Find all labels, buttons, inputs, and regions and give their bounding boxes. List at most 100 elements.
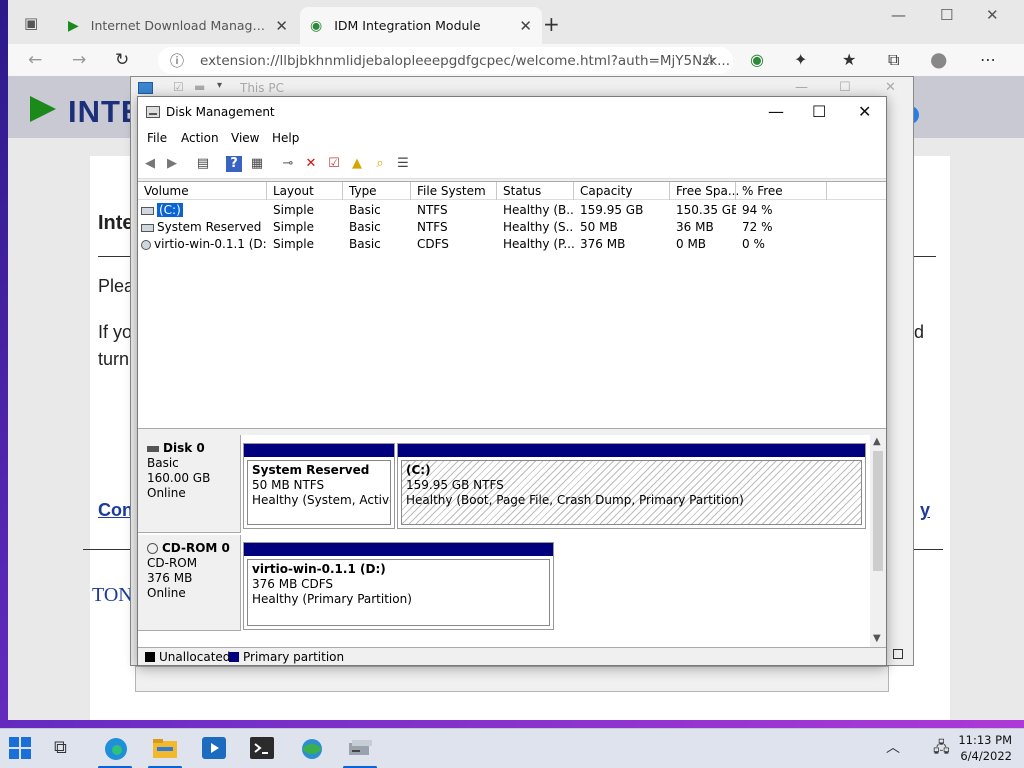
menu-file[interactable]: File <box>147 131 167 145</box>
disk-0-label[interactable]: Disk 0 Basic 160.00 GB Online <box>138 435 241 533</box>
close-icon[interactable]: ✕ <box>885 80 896 95</box>
file-explorer-icon[interactable] <box>153 737 177 761</box>
partition-d[interactable]: virtio-win-0.1.1 (D:) 376 MB CDFS Health… <box>243 542 554 630</box>
task-view-icon[interactable]: ⧉ <box>54 737 78 761</box>
back-icon[interactable]: ← <box>28 50 42 70</box>
address-bar[interactable]: ⓘ extension://llbjbkhnmlidjebalopleeepgd… <box>158 47 733 74</box>
column-headers: Volume Layout Type File System Status Ca… <box>138 182 886 200</box>
properties-icon[interactable]: ▦ <box>249 156 265 172</box>
show-hide-console-icon[interactable]: ▤ <box>195 156 211 172</box>
tab-actions-icon[interactable]: ▣ <box>24 14 38 32</box>
maximize-icon[interactable]: ☐ <box>812 102 826 121</box>
favorites-icon[interactable]: ★ <box>842 50 856 69</box>
volume-list: Volume Layout Type File System Status Ca… <box>138 181 886 429</box>
terminal-icon[interactable] <box>250 737 274 761</box>
delete-icon[interactable]: ✕ <box>303 156 319 172</box>
volume-layout: Simple <box>273 220 314 234</box>
col-volume[interactable]: Volume <box>138 182 267 200</box>
volume-pct-free: 72 % <box>742 220 773 234</box>
col-status[interactable]: Status <box>497 182 574 200</box>
edge-icon[interactable] <box>104 737 128 761</box>
partition-bar <box>244 444 394 457</box>
col-free-space[interactable]: Free Spa... <box>670 182 739 200</box>
show-hidden-icons-chevron-up-icon[interactable]: ︿ <box>886 737 910 761</box>
connect-drive-icon[interactable]: ⊸ <box>280 156 296 172</box>
extensions-icon[interactable]: ✦ <box>794 50 807 69</box>
col-type[interactable]: Type <box>343 182 411 200</box>
page-heading: Inte <box>98 212 134 234</box>
close-icon[interactable]: ✕ <box>986 6 999 24</box>
scroll-thumb[interactable] <box>873 451 883 571</box>
legend-primary: Primary partition <box>243 650 345 664</box>
refresh-icon[interactable]: ↻ <box>115 50 129 70</box>
computer-icon <box>138 82 153 94</box>
forward-icon[interactable]: → <box>72 50 86 70</box>
clock-time: 11:13 PM <box>958 733 1012 747</box>
info-icon[interactable]: ⓘ <box>170 51 184 71</box>
add-favorite-icon[interactable]: ☆ <box>702 50 716 69</box>
cdrom-0-label[interactable]: CD-ROM 0 CD-ROM 376 MB Online <box>138 535 241 631</box>
menu-view[interactable]: View <box>231 131 259 145</box>
col-file-system[interactable]: File System <box>411 182 497 200</box>
media-player-icon[interactable] <box>202 737 226 761</box>
windows-start-icon[interactable] <box>9 737 33 761</box>
partition-name: System Reserved <box>252 463 370 477</box>
page-link-right[interactable]: y <box>920 500 930 521</box>
col-percent-free[interactable]: % Free <box>736 182 827 200</box>
search-folder-icon[interactable]: ⌕ <box>372 156 388 172</box>
vertical-scrollbar[interactable]: ▲ ▼ <box>870 435 886 647</box>
partition-system-reserved[interactable]: System Reserved 50 MB NTFS Healthy (Syst… <box>243 443 395 529</box>
volume-type: Basic <box>349 203 381 217</box>
volume-row-system-reserved[interactable]: System Reserved Simple Basic NTFS Health… <box>138 219 886 236</box>
idm-extension-icon[interactable]: ◉ <box>750 50 764 69</box>
idm-icon[interactable] <box>299 737 323 761</box>
menu-action[interactable]: Action <box>181 131 219 145</box>
clock[interactable]: 11:13 PM 6/4/2022 <box>958 732 1012 764</box>
minimize-icon[interactable]: — <box>891 6 906 24</box>
back-icon[interactable]: ◀ <box>142 156 158 172</box>
forward-icon[interactable]: ▶ <box>164 156 180 172</box>
col-capacity[interactable]: Capacity <box>574 182 670 200</box>
close-tab-icon[interactable]: ✕ <box>275 17 288 35</box>
cd-drive-icon <box>147 543 158 554</box>
unallocated-swatch <box>145 652 155 662</box>
disk-management-icon[interactable] <box>348 737 372 761</box>
col-layout[interactable]: Layout <box>267 182 343 200</box>
tab-idm-download[interactable]: ▶ Internet Download Manager: The ✕ <box>58 7 298 44</box>
profile-icon[interactable]: ● <box>930 47 947 71</box>
minimize-icon[interactable]: — <box>768 102 784 121</box>
new-tab-button[interactable]: + <box>543 12 560 36</box>
partition-c[interactable]: (C:) 159.95 GB NTFS Healthy (Boot, Page … <box>397 443 866 529</box>
settings-list-icon[interactable]: ☰ <box>395 156 411 172</box>
network-icon[interactable]: 🖧 <box>933 737 957 761</box>
maximize-icon[interactable]: ☐ <box>940 6 953 24</box>
volume-row-d[interactable]: virtio-win-0.1.1 (D:) Simple Basic CDFS … <box>138 236 886 253</box>
disk-name: Disk 0 <box>163 441 205 455</box>
window-title: Disk Management <box>166 105 275 119</box>
menu-help[interactable]: Help <box>272 131 299 145</box>
help-icon[interactable]: ? <box>226 156 242 172</box>
tab-bar: ▣ ▶ Internet Download Manager: The ✕ ◉ I… <box>8 0 1024 44</box>
up-folder-icon[interactable]: ▲ <box>349 156 365 172</box>
collections-icon[interactable]: ⧉ <box>888 50 899 70</box>
idm-globe-icon: ◉ <box>310 17 323 34</box>
partition-body: System Reserved 50 MB NTFS Healthy (Syst… <box>247 460 391 525</box>
tab-idm-integration[interactable]: ◉ IDM Integration Module ✕ <box>300 7 542 44</box>
disk-state: Online <box>147 586 186 600</box>
check-icon[interactable]: ☑ <box>326 156 342 172</box>
layout-toggle-icon[interactable] <box>893 649 903 659</box>
volume-capacity: 376 MB <box>580 237 626 251</box>
close-tab-icon[interactable]: ✕ <box>519 17 532 35</box>
minimize-icon[interactable]: — <box>795 80 808 95</box>
volume-row-c[interactable]: (C:) Simple Basic NTFS Healthy (B... 159… <box>138 202 886 219</box>
scroll-up-icon[interactable]: ▲ <box>873 436 881 447</box>
close-icon[interactable]: ✕ <box>858 102 871 121</box>
page-paragraph-1: Plea <box>98 276 135 296</box>
volume-type: Basic <box>349 220 381 234</box>
scroll-down-icon[interactable]: ▼ <box>873 633 881 644</box>
maximize-icon[interactable]: ☐ <box>839 80 851 95</box>
more-menu-icon[interactable]: ⋯ <box>980 50 996 69</box>
page-link-left[interactable]: Con <box>98 500 133 521</box>
partition-status: Healthy (Boot, Page File, Crash Dump, Pr… <box>406 493 744 507</box>
legend-bar: Unallocated Primary partition <box>138 647 886 665</box>
